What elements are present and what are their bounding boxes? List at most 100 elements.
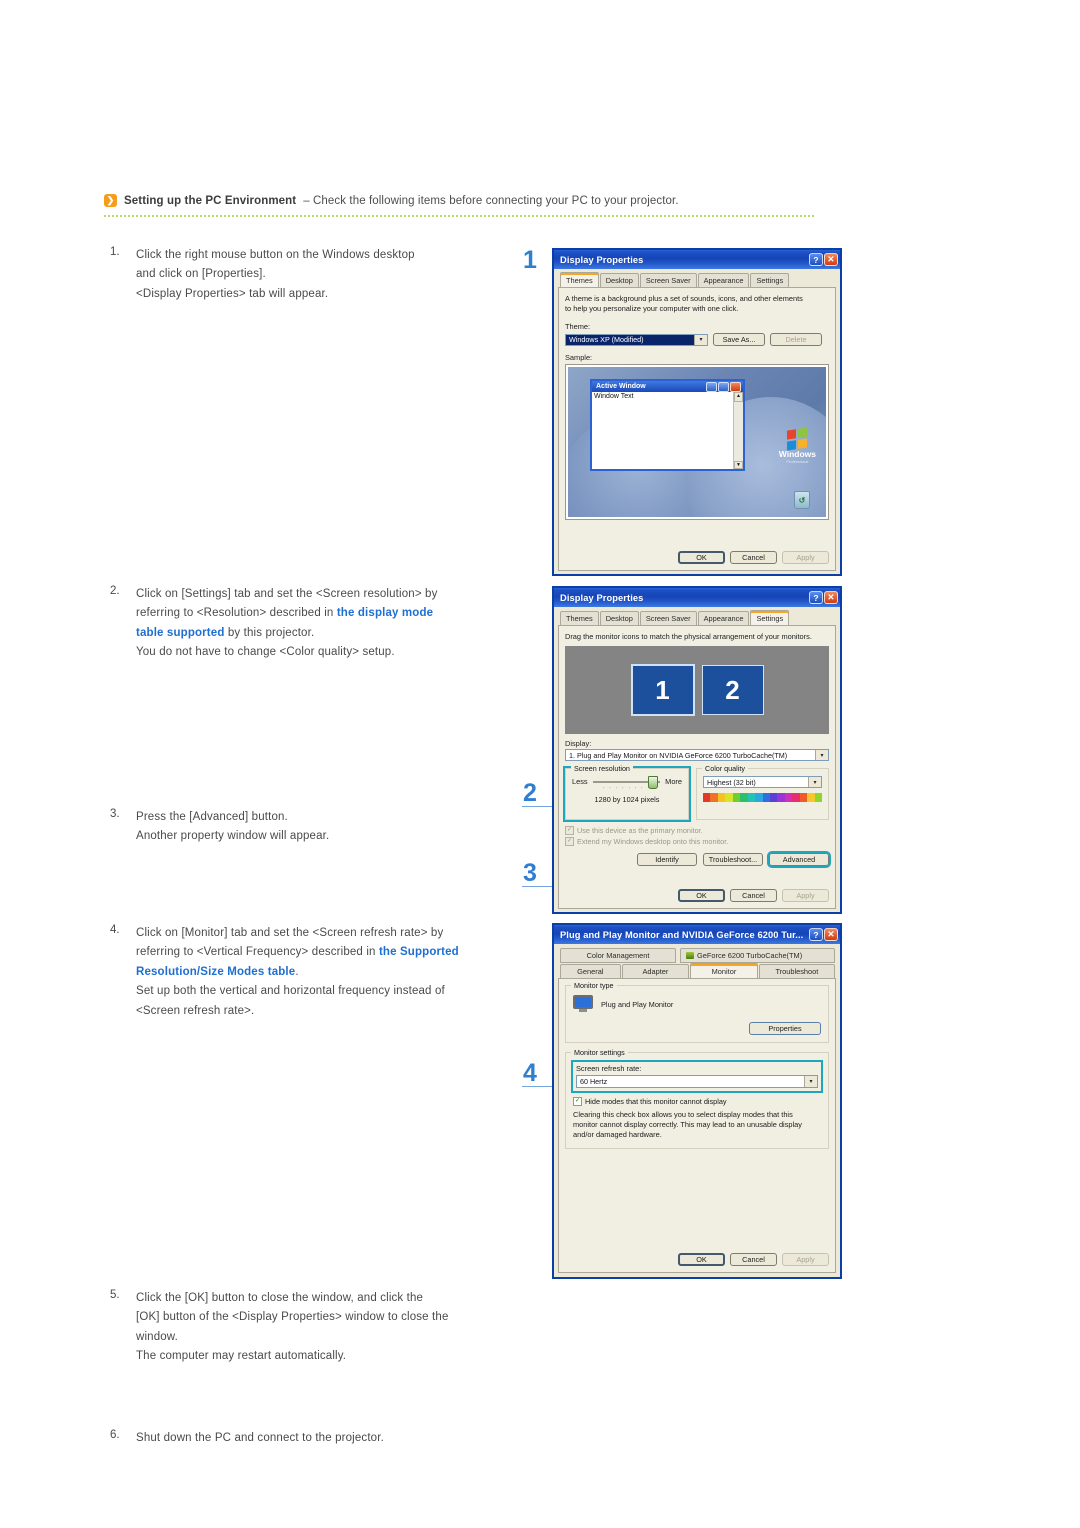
tab-desktop[interactable]: Desktop xyxy=(599,611,639,625)
dialog1-body: Themes Desktop Screen Saver Appearance S… xyxy=(554,269,840,574)
resolution-value: 1280 by 1024 pixels xyxy=(594,795,660,804)
nvidia-logo-icon xyxy=(686,952,694,959)
monitor-settings-label: Monitor settings xyxy=(571,1048,628,1057)
tab-settings[interactable]: Settings xyxy=(750,273,790,287)
hide-modes-label: Hide modes that this monitor cannot disp… xyxy=(585,1097,727,1106)
color-quality-group: Color quality Highest (32 bit) ▾ xyxy=(696,764,829,820)
refresh-rate-select[interactable]: 60 Hertz ▾ xyxy=(576,1075,818,1088)
tab-geforce[interactable]: GeForce 6200 TurboCache(TM) xyxy=(680,948,835,963)
header-divider xyxy=(104,215,816,217)
tab-screen-saver[interactable]: Screen Saver xyxy=(639,273,697,287)
monitor-icon-2[interactable]: 2 xyxy=(701,665,764,715)
tab-general[interactable]: General xyxy=(560,964,621,978)
properties-button[interactable]: Properties xyxy=(749,1022,821,1035)
dialog3-tabstrip-row1: Color Management GeForce 6200 TurboCache… xyxy=(558,948,836,963)
display-select[interactable]: 1. Plug and Play Monitor on NVIDIA GeFor… xyxy=(565,749,829,761)
ok-button[interactable]: OK xyxy=(678,551,725,564)
advanced-button[interactable]: Advanced xyxy=(767,851,831,868)
save-as-button[interactable]: Save As... xyxy=(713,333,765,346)
link-supported-modes-cont[interactable]: Resolution/Size Modes table xyxy=(136,966,295,978)
tab-themes[interactable]: Themes xyxy=(560,611,599,625)
color-quality-value: Highest (32 bit) xyxy=(707,777,756,787)
dialog1-tabstrip: Themes Desktop Screen Saver Appearance S… xyxy=(558,272,836,287)
step-line: Press the [Advanced] button. xyxy=(136,811,288,823)
resolution-slider[interactable] xyxy=(592,776,661,789)
dialog3-tabpane: Monitor type Plug and Play Monitor Prope… xyxy=(558,978,836,1273)
link-display-mode-table[interactable]: the display mode xyxy=(337,607,433,619)
tab-troubleshoot[interactable]: Troubleshoot xyxy=(758,964,835,978)
checkbox-icon[interactable]: ✓ xyxy=(573,1097,582,1106)
tab-appearance[interactable]: Appearance xyxy=(697,273,750,287)
help-icon[interactable]: ? xyxy=(809,591,823,604)
step-2: 2. Click on [Settings] tab and set the <… xyxy=(110,585,530,663)
tab-geforce-label: GeForce 6200 TurboCache(TM) xyxy=(697,951,803,960)
apply-button: Apply xyxy=(782,889,829,902)
tab-desktop[interactable]: Desktop xyxy=(599,273,639,287)
close-icon[interactable]: ✕ xyxy=(824,591,838,604)
chevron-down-icon[interactable]: ▾ xyxy=(808,777,821,787)
recycle-bin-icon: ↺ xyxy=(794,491,810,509)
color-spectrum-bar xyxy=(703,793,822,802)
dialog-display-properties-themes[interactable]: Display Properties ? ✕ Themes Desktop Sc… xyxy=(552,248,842,576)
ok-button[interactable]: OK xyxy=(678,1253,725,1266)
troubleshoot-button[interactable]: Troubleshoot... xyxy=(703,853,763,866)
hide-modes-checkbox[interactable]: ✓ Hide modes that this monitor cannot di… xyxy=(573,1097,727,1106)
theme-select[interactable]: Windows XP (Modified) ▾ xyxy=(565,333,708,346)
tab-adapter[interactable]: Adapter xyxy=(621,964,690,978)
chevron-down-icon[interactable]: ▾ xyxy=(804,1076,817,1087)
dialog2-titlebar: Display Properties ? ✕ xyxy=(554,588,840,607)
step-line: Shut down the PC and connect to the proj… xyxy=(136,1432,384,1444)
cancel-button[interactable]: Cancel xyxy=(730,551,777,564)
slider-thumb[interactable] xyxy=(648,776,659,789)
theme-sample-preview: Active Window Window Text ▲ ▼ Windows Pr… xyxy=(568,367,826,517)
chevron-down-icon[interactable]: ▾ xyxy=(694,334,707,345)
help-icon[interactable]: ? xyxy=(809,928,823,941)
monitor-icon-1[interactable]: 1 xyxy=(630,664,695,716)
sample-label: Sample: xyxy=(565,353,593,362)
dialog2-tabstrip: Themes Desktop Screen Saver Appearance S… xyxy=(558,610,836,625)
step-line: Click on [Monitor] tab and set the <Scre… xyxy=(136,927,444,939)
callout-2: 2 xyxy=(523,779,537,807)
link-supported-modes[interactable]: the Supported xyxy=(379,946,459,958)
windows-logo: Windows Professional xyxy=(779,427,816,464)
step-text: Click the right mouse button on the Wind… xyxy=(136,246,530,304)
step-number: 5. xyxy=(110,1289,120,1301)
step-text: Click on [Monitor] tab and set the <Scre… xyxy=(136,924,530,1021)
step-line: <Screen refresh rate>. xyxy=(136,1004,255,1017)
monitor-arrangement-area[interactable]: 1 2 xyxy=(565,646,829,734)
dialog-display-properties-settings[interactable]: Display Properties ? ✕ Themes Desktop Sc… xyxy=(552,586,842,914)
tab-screen-saver[interactable]: Screen Saver xyxy=(639,611,697,625)
identify-button[interactable]: Identify xyxy=(637,853,697,866)
monitor-type-group: Monitor type Plug and Play Monitor Prope… xyxy=(565,981,829,1043)
step-line: Set up both the vertical and horizontal … xyxy=(136,985,445,998)
tab-settings[interactable]: Settings xyxy=(750,610,790,625)
step-6: 6. Shut down the PC and connect to the p… xyxy=(110,1429,530,1448)
hide-modes-warning: Clearing this check box allows you to se… xyxy=(573,1110,821,1140)
less-label: Less xyxy=(572,776,588,786)
dialog-monitor-properties[interactable]: Plug and Play Monitor and NVIDIA GeForce… xyxy=(552,923,842,1279)
help-icon[interactable]: ? xyxy=(809,253,823,266)
step-text: Click on [Settings] tab and set the <Scr… xyxy=(136,585,530,663)
close-icon[interactable]: ✕ xyxy=(824,928,838,941)
warning-line3: and/or damaged hardware. xyxy=(573,1130,662,1139)
tab-color-management[interactable]: Color Management xyxy=(560,948,676,963)
step-number: 3. xyxy=(110,808,120,820)
refresh-rate-label: Screen refresh rate: xyxy=(576,1064,642,1073)
windows-logo-subtext: Professional xyxy=(786,459,809,464)
dialog3-body: Color Management GeForce 6200 TurboCache… xyxy=(554,944,840,1277)
cancel-button[interactable]: Cancel xyxy=(730,889,777,902)
chevron-down-icon[interactable]: ▾ xyxy=(815,750,828,760)
tab-appearance[interactable]: Appearance xyxy=(697,611,750,625)
more-label: More xyxy=(665,776,682,786)
close-icon[interactable]: ✕ xyxy=(824,253,838,266)
link-display-mode-table-cont[interactable]: table supported xyxy=(136,627,225,639)
tab-themes[interactable]: Themes xyxy=(560,272,599,287)
page-header: ❯ Setting up the PC Environment – Check … xyxy=(104,194,820,217)
dialog1-titlebar: Display Properties ? ✕ xyxy=(554,250,840,269)
tab-monitor[interactable]: Monitor xyxy=(690,963,758,978)
dialog3-tabstrip-row2: General Adapter Monitor Troubleshoot xyxy=(558,963,836,978)
cancel-button[interactable]: Cancel xyxy=(730,1253,777,1266)
ok-button[interactable]: OK xyxy=(678,889,725,902)
page-subtitle: – Check the following items before conne… xyxy=(303,194,679,207)
color-quality-select[interactable]: Highest (32 bit) ▾ xyxy=(703,776,822,788)
